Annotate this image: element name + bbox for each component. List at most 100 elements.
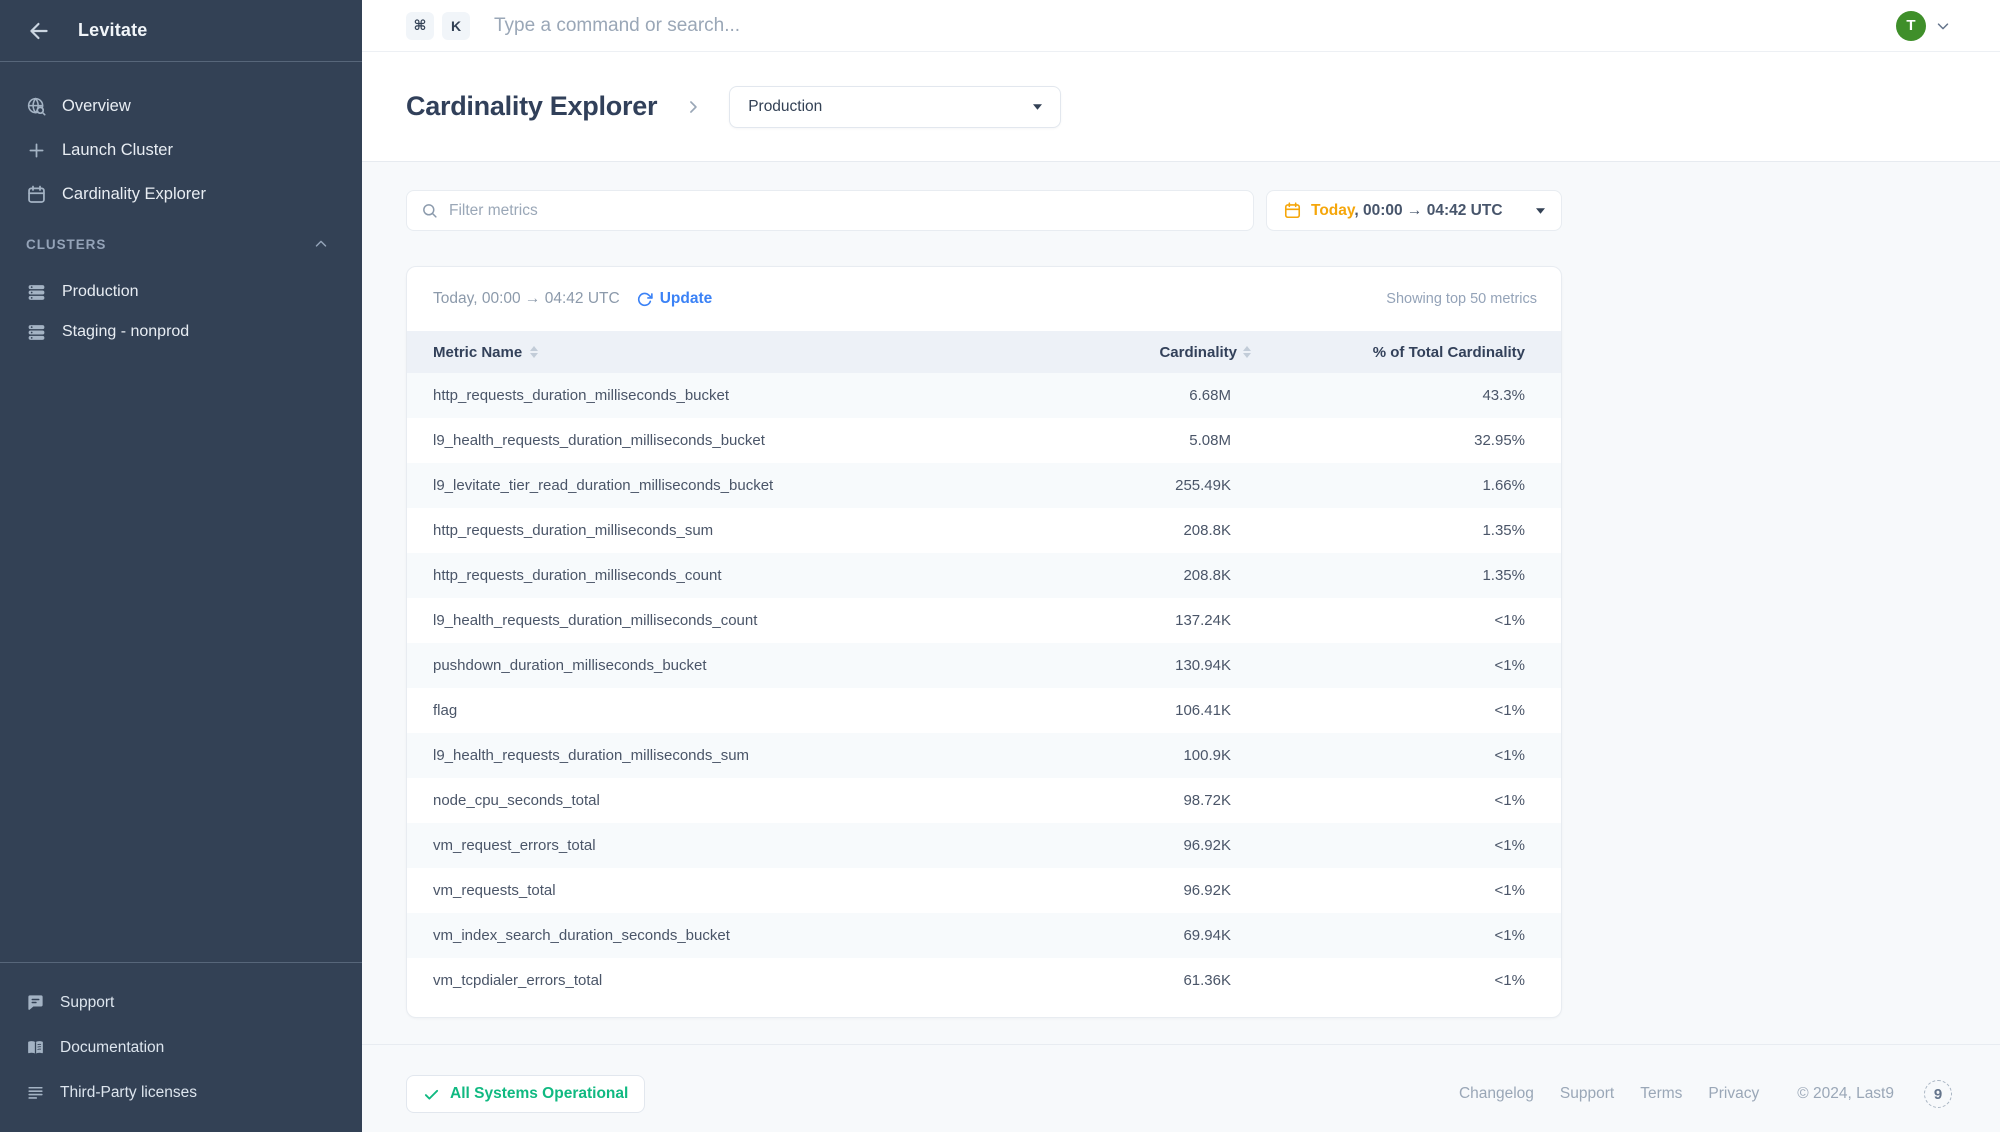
metric-name-link[interactable]: vm_tcpdialer_errors_total xyxy=(433,972,602,989)
metrics-card-header: Today, 00:00 → 04:42 UTC Update Showing … xyxy=(407,267,1561,331)
sidebar-footer-item[interactable]: Third-Party licenses xyxy=(0,1070,362,1115)
footer-link[interactable]: Terms xyxy=(1640,1085,1682,1103)
metric-name-link[interactable]: flag xyxy=(433,702,457,719)
page-title: Cardinality Explorer xyxy=(406,91,657,122)
sidebar-cluster-item[interactable]: Production xyxy=(0,272,362,312)
table-row[interactable]: http_requests_duration_milliseconds_coun… xyxy=(407,553,1561,598)
chevron-down-icon[interactable] xyxy=(1934,17,1952,35)
sidebar-footer-item[interactable]: Support xyxy=(0,980,362,1025)
metric-name-link[interactable]: http_requests_duration_milliseconds_buck… xyxy=(433,387,729,404)
time-range-highlight: Today xyxy=(1311,202,1354,219)
time-range-picker[interactable]: Today, 00:00 → 04:42 UTC xyxy=(1266,190,1562,231)
avatar[interactable]: T xyxy=(1896,11,1926,41)
percent-cell: 43.3% xyxy=(1267,387,1561,404)
cluster-list: Production Staging - nonprod xyxy=(0,272,362,352)
table-row[interactable]: l9_health_requests_duration_milliseconds… xyxy=(407,598,1561,643)
brand-title: Levitate xyxy=(78,20,147,41)
table-row[interactable]: pushdown_duration_milliseconds_bucket 13… xyxy=(407,643,1561,688)
sort-icon[interactable] xyxy=(1243,346,1251,359)
percent-cell: 32.95% xyxy=(1267,432,1561,449)
cluster-selector-value: Production xyxy=(748,98,822,116)
table-row[interactable]: l9_health_requests_duration_milliseconds… xyxy=(407,418,1561,463)
k-key-badge: K xyxy=(442,12,470,40)
server-rack-icon xyxy=(26,282,47,303)
sidebar-cluster-item[interactable]: Staging - nonprod xyxy=(0,312,362,352)
table-row[interactable]: node_cpu_seconds_total 98.72K <1% xyxy=(407,778,1561,823)
column-header-metric-name[interactable]: Metric Name xyxy=(407,344,1087,361)
footer-link[interactable]: Changelog xyxy=(1459,1085,1534,1103)
table-row[interactable]: vm_request_errors_total 96.92K <1% xyxy=(407,823,1561,868)
filter-metrics-box xyxy=(406,190,1254,231)
sidebar-spacer xyxy=(0,352,362,962)
metric-name-link[interactable]: node_cpu_seconds_total xyxy=(433,792,600,809)
cardinality-cell: 96.92K xyxy=(1087,837,1267,854)
server-rack-icon xyxy=(26,322,47,343)
table-row[interactable]: http_requests_duration_milliseconds_buck… xyxy=(407,373,1561,418)
table-row[interactable]: http_requests_duration_milliseconds_sum … xyxy=(407,508,1561,553)
sidebar-nav-label: Overview xyxy=(62,97,131,116)
sidebar: Levitate Overview Launch Cluster Cardina… xyxy=(0,0,362,1132)
table-row[interactable]: l9_levitate_tier_read_duration_milliseco… xyxy=(407,463,1561,508)
metric-name-cell: http_requests_duration_milliseconds_sum xyxy=(407,522,1087,539)
metric-name-link[interactable]: http_requests_duration_milliseconds_coun… xyxy=(433,567,722,584)
table-row[interactable]: vm_tcpdialer_errors_total 61.36K <1% xyxy=(407,958,1561,1003)
metric-name-link[interactable]: vm_requests_total xyxy=(433,882,556,899)
sidebar-footer-item[interactable]: Documentation xyxy=(0,1025,362,1070)
footer-link[interactable]: Support xyxy=(1560,1085,1614,1103)
caret-down-icon xyxy=(1033,104,1042,110)
chevron-up-icon[interactable] xyxy=(312,235,330,253)
percent-cell: <1% xyxy=(1267,972,1561,989)
table-row[interactable]: l9_health_requests_duration_milliseconds… xyxy=(407,733,1561,778)
column-label: % of Total Cardinality xyxy=(1373,344,1525,361)
percent-cell: <1% xyxy=(1267,927,1561,944)
sidebar-nav-icon xyxy=(26,184,47,205)
cardinality-cell: 61.36K xyxy=(1087,972,1267,989)
metric-name-link[interactable]: l9_health_requests_duration_milliseconds… xyxy=(433,432,765,449)
column-header-percent-total[interactable]: % of Total Cardinality xyxy=(1267,344,1561,361)
sort-icon[interactable] xyxy=(530,346,538,359)
sidebar-nav-item[interactable]: Overview xyxy=(0,84,362,128)
column-label: Metric Name xyxy=(433,344,522,361)
sidebar-footer-icon xyxy=(26,993,45,1012)
system-status-button[interactable]: All Systems Operational xyxy=(406,1075,645,1113)
sidebar-nav-item[interactable]: Cardinality Explorer xyxy=(0,172,362,216)
sidebar-footer-label: Support xyxy=(60,994,114,1012)
metric-name-link[interactable]: vm_index_search_duration_seconds_bucket xyxy=(433,927,730,944)
sidebar-nav-item[interactable]: Launch Cluster xyxy=(0,128,362,172)
table-row[interactable]: flag 106.41K <1% xyxy=(407,688,1561,733)
filter-metrics-input[interactable] xyxy=(449,202,1239,220)
table-row[interactable]: vm_index_search_duration_seconds_bucket … xyxy=(407,913,1561,958)
main-area: ⌘ K T Cardinality Explorer Production xyxy=(362,0,2000,1132)
percent-cell: <1% xyxy=(1267,747,1561,764)
metric-name-cell: vm_requests_total xyxy=(407,882,1087,899)
clusters-section-header[interactable]: CLUSTERS xyxy=(0,224,362,264)
cardinality-cell: 208.8K xyxy=(1087,522,1267,539)
system-status-label: All Systems Operational xyxy=(450,1085,628,1103)
sidebar-footer-nav: Support Documentation Third-Party licens… xyxy=(0,962,362,1132)
metric-name-cell: l9_health_requests_duration_milliseconds… xyxy=(407,612,1087,629)
footer-link[interactable]: Privacy xyxy=(1708,1085,1759,1103)
cluster-label: Production xyxy=(62,283,139,301)
sidebar-nav: Overview Launch Cluster Cardinality Expl… xyxy=(0,62,362,216)
back-arrow-icon[interactable] xyxy=(26,18,52,44)
metric-name-cell: vm_index_search_duration_seconds_bucket xyxy=(407,927,1087,944)
metric-name-link[interactable]: vm_request_errors_total xyxy=(433,837,596,854)
metric-name-link[interactable]: http_requests_duration_milliseconds_sum xyxy=(433,522,713,539)
cardinality-cell: 6.68M xyxy=(1087,387,1267,404)
update-button[interactable]: Update xyxy=(636,290,713,308)
metric-name-link[interactable]: l9_levitate_tier_read_duration_milliseco… xyxy=(433,477,773,494)
calendar-icon xyxy=(1283,201,1302,220)
metric-name-link[interactable]: l9_health_requests_duration_milliseconds… xyxy=(433,612,757,629)
metric-name-cell: l9_levitate_tier_read_duration_milliseco… xyxy=(407,477,1087,494)
cardinality-cell: 69.94K xyxy=(1087,927,1267,944)
column-header-cardinality[interactable]: Cardinality xyxy=(1087,344,1267,361)
cluster-selector-dropdown[interactable]: Production xyxy=(729,86,1061,128)
sidebar-footer-icon xyxy=(26,1083,45,1102)
sidebar-header: Levitate xyxy=(0,0,362,62)
cardinality-cell: 100.9K xyxy=(1087,747,1267,764)
command-search-input[interactable] xyxy=(494,15,1896,37)
metric-name-link[interactable]: l9_health_requests_duration_milliseconds… xyxy=(433,747,749,764)
sidebar-nav-icon xyxy=(26,140,47,161)
table-row[interactable]: vm_requests_total 96.92K <1% xyxy=(407,868,1561,913)
metric-name-link[interactable]: pushdown_duration_milliseconds_bucket xyxy=(433,657,707,674)
